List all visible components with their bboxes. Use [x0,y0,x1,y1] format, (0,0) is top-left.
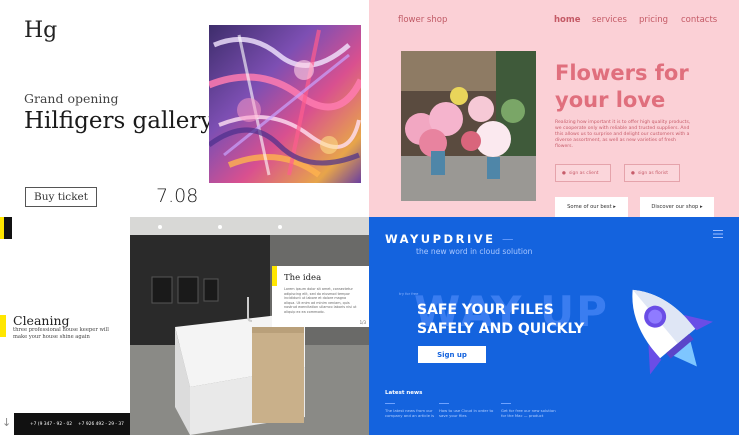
nav-contacts[interactable]: contacts [681,15,717,25]
latest-news-heading: Latest news [385,390,423,396]
flower-shop-panel: flower shop home services pricing contac… [369,0,739,217]
flower-body-text: Realizing how important it is to offer h… [555,120,691,149]
idea-card-text: Lorem ipsum dolor sit amet, consectetur … [284,287,357,314]
headline-line2: SAFELY AND QUICKLY [417,321,585,337]
phone-number-2[interactable]: +7 926 492 - 29 - 37 [78,422,124,427]
idea-card-title: The idea [284,273,322,283]
cleaning-title: Cleaning [13,313,70,328]
nav-services[interactable]: services [592,15,627,25]
idea-card: The idea Lorem ipsum dolor sit amet, con… [272,266,369,327]
flower-headline: Flowers for your love [555,60,689,114]
gallery-kicker: Grand opening [24,91,119,106]
cleaning-subtitle: three professional house keeper will mak… [13,327,109,340]
yellow-accent-bar [0,315,6,337]
wayupdrive-tagline: the new word in cloud solution [416,247,533,256]
wayupdrive-panel: WAYUPDRIVE — the new word in cloud solut… [369,217,739,435]
flower-shop-brand[interactable]: flower shop [398,15,447,25]
kitchen-panel: The idea Lorem ipsum dolor sit amet, con… [130,217,369,435]
buy-ticket-button[interactable]: Buy ticket [25,187,97,207]
sign-as-florist-label: sign as florist [637,170,669,176]
flower-headline-line2: your love [555,88,666,112]
abstract-painting-image [209,25,361,183]
news-divider [439,403,449,404]
headline-line1: SAFE YOUR FILES [417,302,554,318]
arrow-down-icon[interactable]: ↓ [2,416,11,429]
idea-card-accent [272,266,277,286]
phone-number-1[interactable]: +7 (9 347 - 92 - 02 [30,422,72,427]
try-free-label: try for free [399,292,419,296]
gallery-logo: Hg [24,18,58,43]
brand-dash: — [502,232,514,246]
wayupdrive-logo[interactable]: WAYUPDRIVE — [385,232,514,246]
news-divider [501,403,511,404]
gallery-panel: Hg Grand opening Hilfigers gallery Buy t… [0,0,369,217]
some-of-our-best-button[interactable]: Some of our best ▸ [555,197,628,217]
sign-as-client-label: sign as client [568,170,599,176]
news-item[interactable]: The latest news from our company and an … [385,408,445,418]
flower-icon: ● [631,170,635,176]
nav-home[interactable]: home [554,15,581,25]
news-item[interactable]: How to use Cloud in order to save your f… [439,408,499,418]
news-item[interactable]: Get for free our new solution for the Ma… [501,408,561,418]
yellow-tab [0,217,12,239]
gallery-title: Hilfigers gallery [24,108,214,134]
cleaning-panel: Cleaning three professional house keeper… [0,217,130,435]
wayupdrive-brand-text: WAYUPDRIVE [385,232,496,246]
flower-shop-photo [401,51,536,201]
nav-pricing[interactable]: pricing [639,15,668,25]
discover-our-shop-button[interactable]: Discover our shop ▸ [640,197,714,217]
news-divider [385,403,395,404]
slide-pager[interactable]: 1/3 [360,320,366,325]
rocket-icon [632,289,713,375]
gallery-date: 7.08 [156,185,199,207]
sign-up-button[interactable]: Sign up [418,346,486,363]
sign-as-client-button[interactable]: ● sign as client [555,164,611,182]
wayupdrive-headline: SAFE YOUR FILES SAFELY AND QUICKLY [417,301,584,339]
hamburger-menu-icon[interactable] [713,230,723,238]
sign-as-florist-button[interactable]: ● sign as florist [624,164,680,182]
flower-headline-line1: Flowers for [555,61,689,85]
user-icon: ● [562,170,566,176]
